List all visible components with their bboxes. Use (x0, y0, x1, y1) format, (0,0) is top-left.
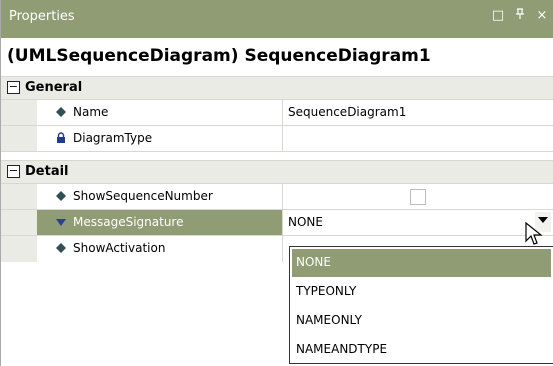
property-label: ShowActivation (73, 241, 166, 255)
diamond-icon (55, 106, 67, 118)
dropdown-option-nameonly[interactable]: NAMEONLY (292, 307, 551, 335)
property-label: DiagramType (73, 131, 153, 145)
lock-icon (55, 132, 67, 144)
dropdown-option-nameandtype[interactable]: NAMEANDTYPE (292, 336, 551, 364)
property-row-name[interactable]: Name SequenceDiagram1 (1, 100, 553, 126)
pin-icon[interactable] (512, 8, 528, 28)
dropdown-option-none[interactable]: NONE (292, 249, 551, 277)
property-name-cell: ShowActivation (37, 236, 283, 262)
collapse-icon[interactable]: − (7, 165, 20, 178)
property-label: Name (73, 105, 109, 119)
property-value-cell (284, 126, 553, 151)
property-value-cell[interactable]: SequenceDiagram1 (284, 100, 553, 125)
property-value[interactable]: NONE (288, 215, 323, 229)
diamond-icon (55, 190, 67, 202)
category-detail[interactable]: − Detail (1, 160, 553, 184)
property-row-showsequencenumber[interactable]: ShowSequenceNumber (1, 184, 553, 210)
titlebar-controls: □ × (490, 8, 553, 28)
category-label: General (25, 80, 83, 95)
message-signature-dropdown-list: NONE TYPEONLY NAMEONLY NAMEANDTYPE (289, 246, 553, 364)
panel-title: Properties (9, 9, 75, 24)
property-name-cell: Name (37, 100, 283, 125)
triangle-down-icon (55, 216, 67, 228)
property-label: ShowSequenceNumber (73, 189, 213, 203)
show-sequence-number-checkbox[interactable] (410, 189, 426, 205)
properties-panel: Properties □ × (UMLSequenceDiagram) Sequ… (0, 0, 553, 366)
property-label: MessageSignature (73, 215, 184, 229)
mouse-cursor-icon (525, 221, 545, 251)
dropdown-option-typeonly[interactable]: TYPEONLY (292, 278, 551, 306)
property-name-cell: ShowSequenceNumber (37, 184, 283, 209)
collapse-icon[interactable]: − (7, 81, 20, 94)
category-label: Detail (25, 164, 69, 179)
property-row-diagramtype[interactable]: DiagramType (1, 126, 553, 152)
property-value-cell[interactable]: NONE (284, 210, 553, 235)
property-value-cell[interactable] (284, 184, 553, 209)
category-general[interactable]: − General (1, 76, 553, 100)
maximize-icon[interactable]: □ (490, 8, 506, 28)
titlebar: Properties □ × (1, 0, 553, 38)
property-name-cell: MessageSignature (37, 210, 283, 235)
property-row-messagesignature[interactable]: MessageSignature NONE (1, 210, 553, 236)
diamond-icon (55, 242, 67, 254)
object-selector[interactable]: (UMLSequenceDiagram) SequenceDiagram1 (7, 46, 431, 66)
property-name-cell: DiagramType (37, 126, 283, 151)
close-icon[interactable]: × (534, 8, 550, 28)
property-value[interactable]: SequenceDiagram1 (288, 105, 406, 119)
